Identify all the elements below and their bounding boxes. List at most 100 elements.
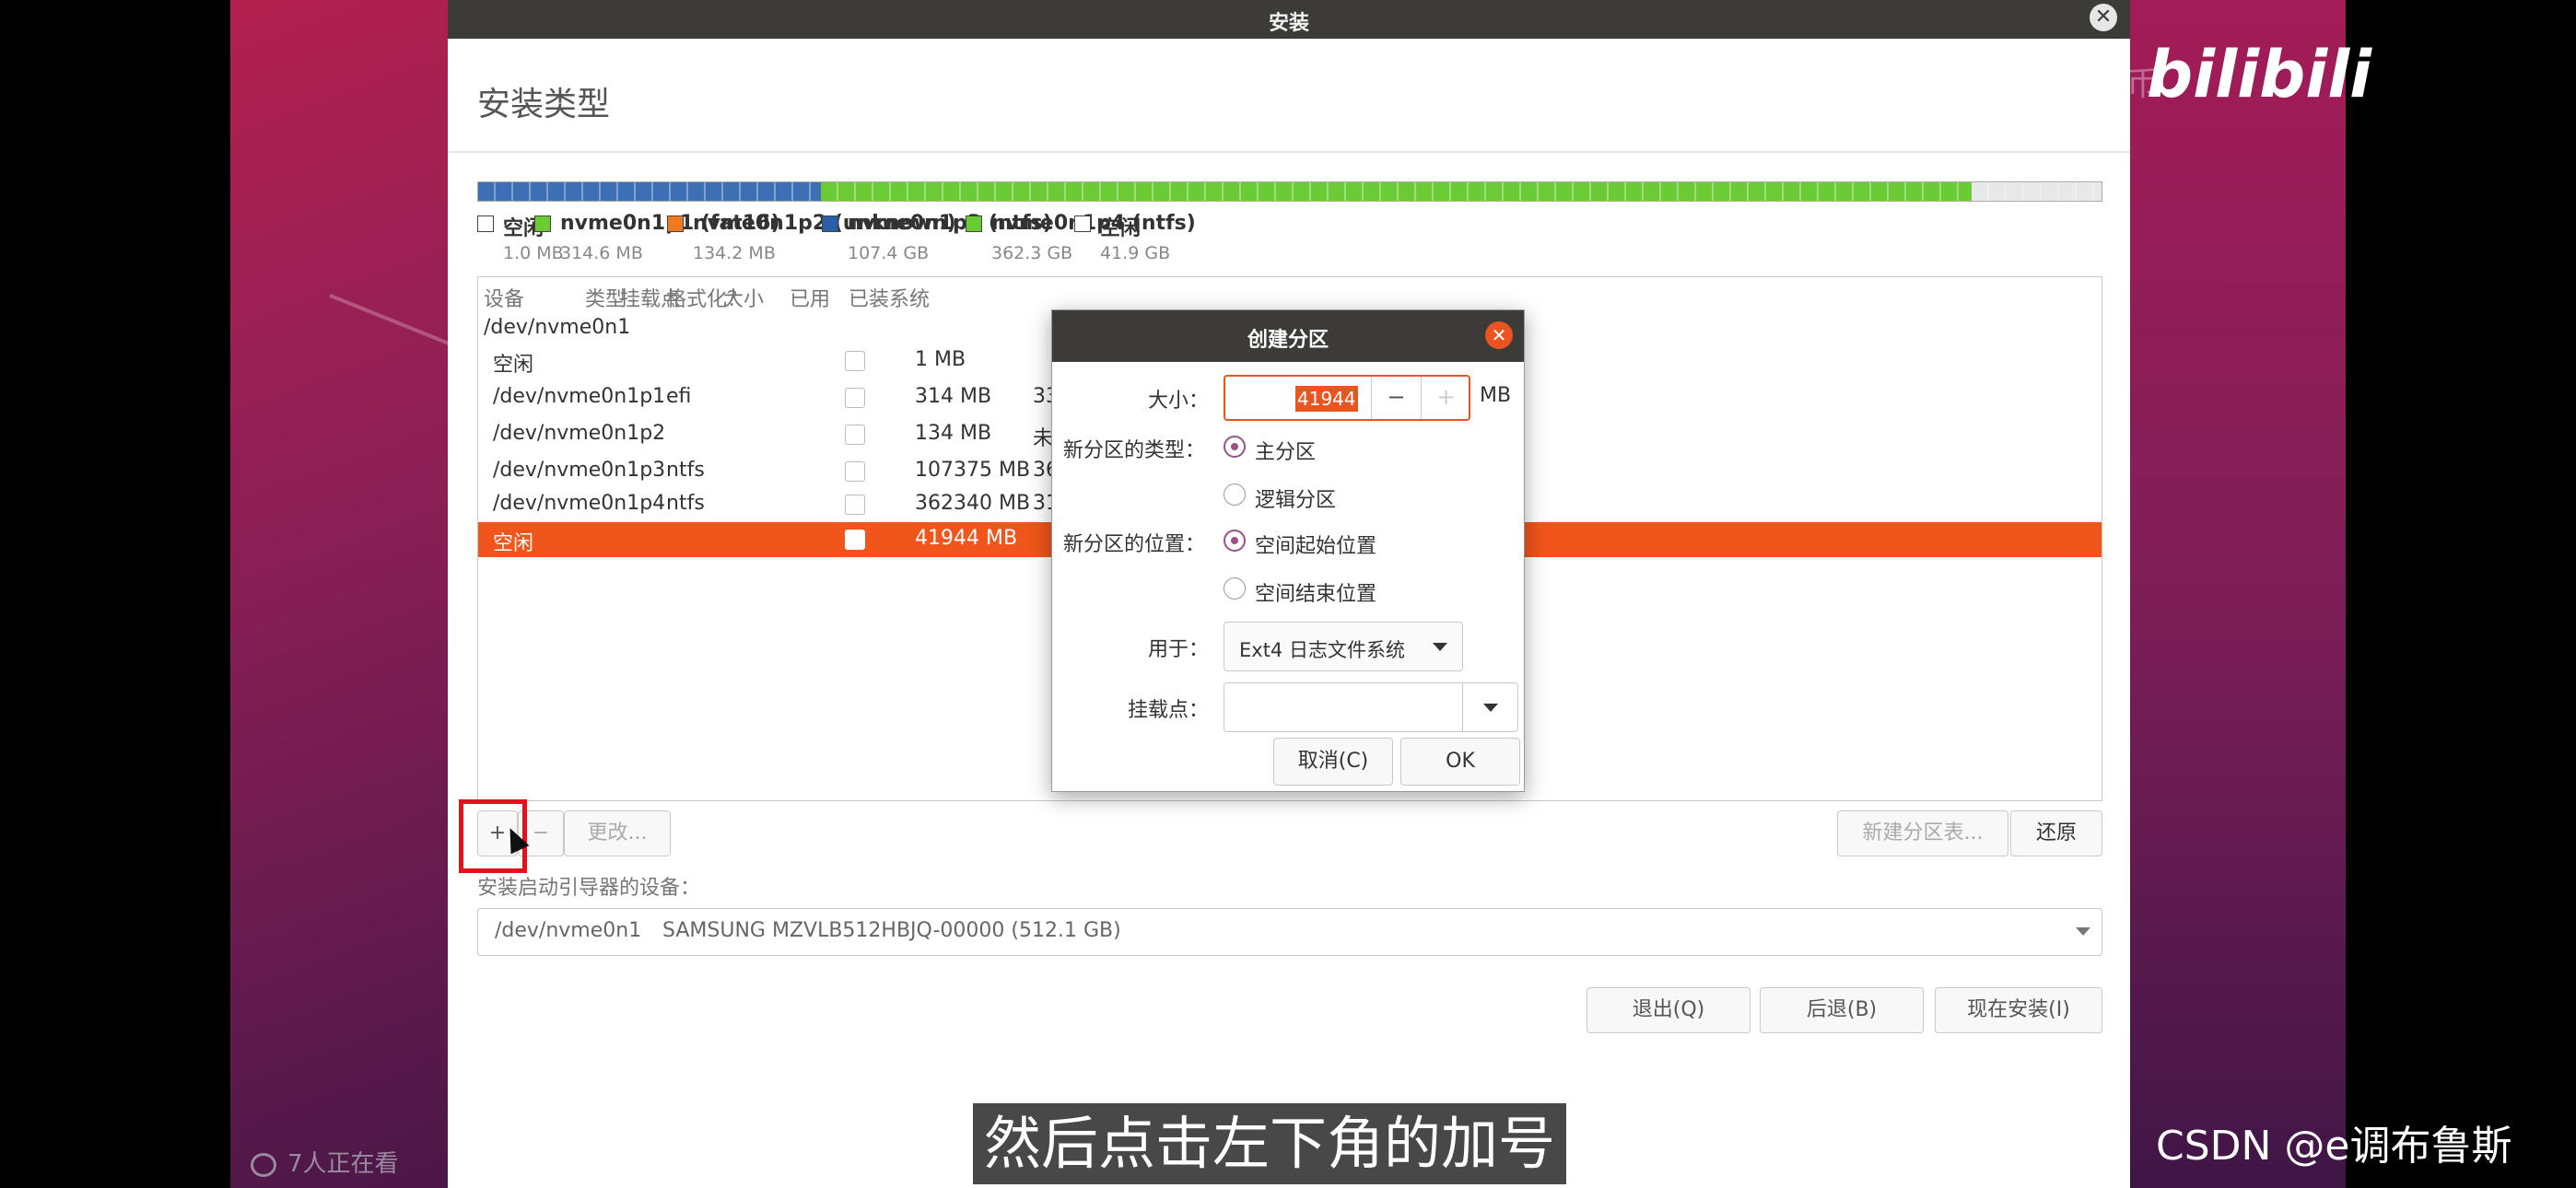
row-size: 134 MB: [915, 422, 992, 445]
format-checkbox[interactable]: [845, 530, 865, 550]
row-size: 107375 MB: [915, 459, 1031, 482]
increment-button[interactable]: +: [1421, 377, 1470, 419]
legend-swatch: [822, 215, 838, 232]
bootloader-model: SAMSUNG MZVLB512HBJQ-00000 (512.1 GB): [662, 919, 1121, 942]
back-button[interactable]: 后退(B): [1760, 987, 1924, 1033]
window-title: 安装: [1268, 12, 1309, 35]
close-icon[interactable]: ✕: [2090, 4, 2117, 31]
format-checkbox[interactable]: [845, 351, 865, 371]
radio-primary[interactable]: [1224, 436, 1246, 458]
size-label: 大小：: [1148, 390, 1210, 413]
ok-button[interactable]: OK: [1400, 738, 1520, 786]
letterbox-right: [2346, 0, 2576, 1188]
legend-name: 空闲: [1100, 217, 1142, 240]
legend-swatch: [477, 215, 494, 232]
bilibili-watermark-text: 喜欢这集就点赞投币: [1861, 65, 2160, 103]
legend-size: 362.3 GB: [991, 243, 1073, 263]
bilibili-logo: bilibili: [2147, 37, 2372, 112]
legend-size: 314.6 MB: [560, 243, 643, 263]
create-partition-dialog: 创建分区 ✕ 大小： 41944 − + MB 新分区的类型： 主分区 逻辑分区…: [1051, 309, 1525, 792]
size-spinbox[interactable]: 41944 − +: [1224, 375, 1470, 421]
format-checkbox[interactable]: [845, 495, 865, 515]
bootloader-device-select[interactable]: /dev/nvme0n1 SAMSUNG MZVLB512HBJQ-00000 …: [477, 908, 2102, 956]
radio-logical[interactable]: [1224, 483, 1246, 506]
row-device: /dev/nvme0n1p2: [493, 422, 666, 445]
mount-point-dropdown-button[interactable]: [1462, 683, 1517, 731]
use-as-label: 用于：: [1148, 638, 1210, 661]
column-header-used[interactable]: 已用: [790, 283, 830, 312]
radio-location-end[interactable]: [1224, 577, 1246, 600]
dialog-title: 创建分区: [1247, 329, 1329, 352]
radio-location-start-label[interactable]: 空间起始位置: [1255, 530, 1376, 559]
mount-point-label: 挂载点：: [1128, 699, 1210, 722]
legend-swatch: [534, 215, 551, 232]
csdn-watermark: CSDN @e调布鲁斯: [2156, 1123, 2512, 1170]
row-size: 41944 MB: [915, 527, 1018, 550]
legend-swatch: [667, 215, 684, 232]
mount-point-combo: [1224, 682, 1518, 732]
partition-bar-segment: [820, 182, 1973, 201]
title-divider: [448, 151, 2130, 153]
decrement-button[interactable]: −: [1371, 377, 1421, 419]
partition-location-label: 新分区的位置：: [1063, 533, 1206, 556]
legend-size: 107.4 GB: [848, 243, 930, 263]
row-device: 空闲: [493, 532, 534, 555]
format-checkbox[interactable]: [845, 425, 865, 445]
column-header-device[interactable]: 设备: [484, 283, 524, 312]
use-as-value: Ext4 日志文件系统: [1239, 639, 1405, 661]
use-as-select[interactable]: Ext4 日志文件系统: [1224, 622, 1463, 671]
partition-bar-segment: [1972, 182, 2102, 201]
quit-button[interactable]: 退出(Q): [1587, 987, 1751, 1033]
row-device: 空闲: [493, 354, 534, 377]
column-header-size[interactable]: 大小: [723, 283, 764, 312]
viewer-count: 7人正在看: [251, 1145, 399, 1179]
row-size: 314 MB: [915, 385, 992, 408]
bootloader-device: /dev/nvme0n1: [495, 919, 642, 942]
row-type: efi: [666, 385, 692, 408]
size-input[interactable]: 41944: [1295, 386, 1358, 412]
format-checkbox[interactable]: [845, 388, 865, 408]
chevron-down-icon: [1433, 643, 1447, 651]
partition-type-label: 新分区的类型：: [1063, 439, 1206, 462]
row-device: /dev/nvme0n1p4: [493, 492, 666, 515]
legend-size: 41.9 GB: [1100, 243, 1171, 263]
viewer-count-text: 7人正在看: [287, 1150, 399, 1178]
chevron-down-icon: [2076, 927, 2090, 936]
format-checkbox[interactable]: [845, 461, 865, 482]
radio-location-start[interactable]: [1224, 530, 1246, 552]
desktop-wallpaper-right: [2130, 0, 2346, 1188]
legend-swatch: [1074, 215, 1091, 232]
legend-name: nvme0n1p4 (ntfs): [991, 212, 1196, 235]
row-used: 未: [1033, 427, 1054, 450]
mount-point-input[interactable]: [1224, 683, 1462, 731]
row-size: 1 MB: [915, 348, 966, 371]
new-partition-table-button[interactable]: 新建分区表...: [1837, 810, 2008, 856]
window-titlebar: 安装 ✕: [448, 0, 2130, 39]
row-size: 362340 MB: [915, 492, 1031, 515]
radio-location-end-label[interactable]: 空间结束位置: [1255, 577, 1376, 607]
column-header-os[interactable]: 已装系统: [849, 283, 930, 312]
close-icon[interactable]: ✕: [1485, 321, 1513, 349]
legend-swatch: [966, 215, 982, 232]
size-unit: MB: [1480, 384, 1512, 407]
video-subtitle: 然后点击左下角的加号: [973, 1103, 1567, 1184]
cancel-button[interactable]: 取消(C): [1273, 738, 1393, 786]
chevron-down-icon: [1483, 704, 1498, 712]
radio-primary-label[interactable]: 主分区: [1255, 436, 1316, 465]
desktop-wallpaper-left: [230, 0, 448, 1188]
install-now-button[interactable]: 现在安装(I): [1935, 987, 2102, 1033]
row-device: /dev/nvme0n1p1: [493, 385, 666, 408]
wallpaper-streak: [329, 293, 448, 374]
partition-usage-bar: [477, 181, 2102, 202]
disk-row[interactable]: /dev/nvme0n1: [484, 316, 630, 339]
bootloader-label: 安装启动引导器的设备：: [477, 877, 701, 900]
dialog-titlebar: 创建分区 ✕: [1052, 310, 1524, 362]
legend-size: 134.2 MB: [693, 243, 776, 263]
page-title: 安装类型: [477, 86, 611, 123]
row-type: ntfs: [666, 492, 705, 515]
radio-logical-label[interactable]: 逻辑分区: [1255, 483, 1336, 513]
row-type: ntfs: [666, 459, 705, 482]
revert-button[interactable]: 还原: [2010, 810, 2102, 856]
legend-size: 1.0 MB: [503, 243, 564, 263]
change-partition-button[interactable]: 更改...: [564, 810, 671, 856]
